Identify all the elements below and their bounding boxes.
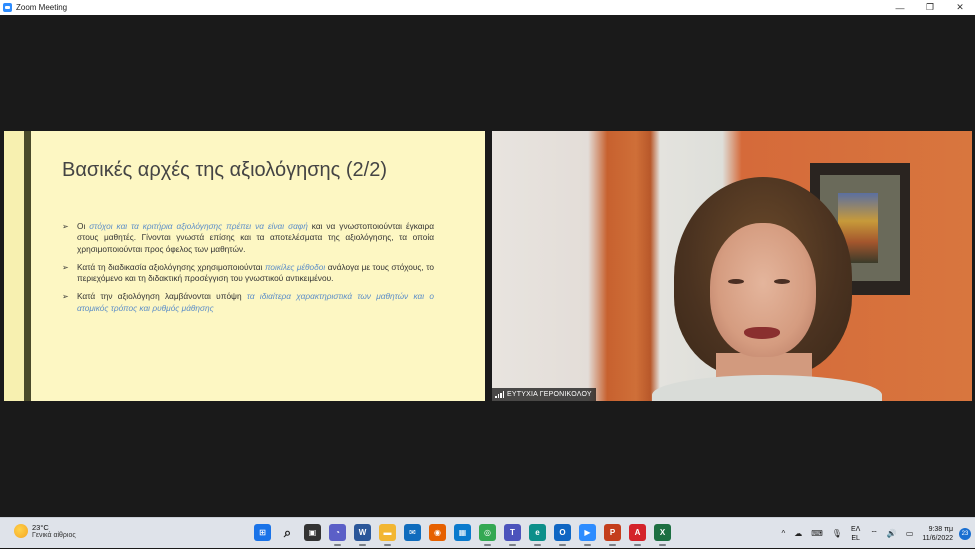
sun-icon xyxy=(14,524,28,538)
participant-eye xyxy=(728,279,744,284)
excel-icon[interactable]: X xyxy=(654,524,671,546)
zoom-app-icon xyxy=(3,3,12,12)
meeting-area: Βασικές αρχές της αξιολόγησης (2/2) ➢ Οι… xyxy=(0,15,975,517)
clock-time: 9:38 πμ xyxy=(928,525,953,533)
volume-icon[interactable]: 🔊 xyxy=(887,529,897,538)
search-icon[interactable]: ⌕ xyxy=(279,524,296,541)
participant-video[interactable]: ΕΥΤΥΧΙΑ ΓΕΡΟΝΙΚΟΛΟΥ xyxy=(492,131,972,401)
firefox-icon[interactable]: ◉ xyxy=(429,524,446,541)
signal-bars-icon xyxy=(495,391,504,398)
battery-icon[interactable]: ▭ xyxy=(906,529,914,538)
slide-title: Βασικές αρχές της αξιολόγησης (2/2) xyxy=(62,159,387,181)
mail-icon[interactable]: ✉ xyxy=(404,524,421,541)
teams-icon[interactable]: T xyxy=(504,524,521,546)
task-view-icon[interactable]: ▣ xyxy=(304,524,321,541)
taskbar-clock[interactable]: 9:38 πμ 11/6/2022 xyxy=(922,525,953,543)
participant-name-tag: ΕΥΤΥΧΙΑ ΓΕΡΟΝΙΚΟΛΟΥ xyxy=(492,388,596,401)
slide-side-bar xyxy=(4,131,24,401)
acrobat-icon[interactable]: A xyxy=(629,524,646,546)
window-controls: — ❐ ✕ xyxy=(885,0,975,15)
microphone-icon[interactable]: 🎙 xyxy=(832,529,842,538)
chrome-icon[interactable]: ◎ xyxy=(479,524,496,546)
outlook-icon[interactable]: O xyxy=(554,524,571,546)
taskbar-apps: ⊞ ⌕ ▣ ◔ W ▬ ✉ ◉ ▦ ◎ Te O ▶ P A X xyxy=(254,524,671,546)
onedrive-cloud-icon[interactable]: ☁ xyxy=(794,529,802,538)
shared-slide[interactable]: Βασικές αρχές της αξιολόγησης (2/2) ➢ Οι… xyxy=(4,131,485,401)
wifi-icon[interactable]: ⌔ xyxy=(870,529,878,539)
participant-eye xyxy=(774,279,790,284)
bullet-text: Κατά την αξιολόγηση λαμβάνονται υπόψη τα… xyxy=(77,291,434,313)
teams-chat-icon[interactable]: ◔ xyxy=(329,524,346,546)
slide-bullet: ➢ Οι στόχοι και τα κριτήρια αξιολόγησης … xyxy=(62,221,434,255)
minimize-button[interactable]: — xyxy=(885,0,915,15)
weather-temperature: 23°C xyxy=(32,523,49,532)
bullet-arrow-icon: ➢ xyxy=(62,262,69,272)
participant-mouth xyxy=(744,327,780,339)
clock-date: 11/6/2022 xyxy=(922,534,953,542)
edge-icon[interactable]: e xyxy=(529,524,546,546)
system-tray: ^ ☁ ⌨ 🎙 ΕΛ EL ⌔ 🔊 ▭ 9:38 πμ 11/6/2022 23 xyxy=(781,518,975,549)
keyboard-icon[interactable]: ⌨ xyxy=(811,529,823,538)
window-title: Zoom Meeting xyxy=(16,3,68,12)
input-language[interactable]: ΕΛ EL xyxy=(851,525,860,543)
tray-chevron-icon[interactable]: ^ xyxy=(781,529,785,538)
restore-button[interactable]: ❐ xyxy=(915,0,945,15)
bullet-text: Κατά τη διαδικασία αξιολόγησης χρησιμοπο… xyxy=(77,261,434,284)
weather-description: Γενικά αίθριος xyxy=(32,532,76,539)
language-top: ΕΛ xyxy=(850,525,861,533)
close-button[interactable]: ✕ xyxy=(945,0,975,15)
language-bottom: EL xyxy=(851,534,860,542)
weather-widget[interactable]: 23°C Γενικά αίθριος xyxy=(14,523,76,539)
notification-badge[interactable]: 23 xyxy=(959,527,971,540)
word-icon[interactable]: W xyxy=(354,524,371,546)
window-titlebar: Zoom Meeting — ❐ ✕ xyxy=(0,0,975,15)
participant-name: ΕΥΤΥΧΙΑ ΓΕΡΟΝΙΚΟΛΟΥ xyxy=(507,391,592,398)
powerpoint-icon[interactable]: P xyxy=(604,524,621,546)
store-icon[interactable]: ▦ xyxy=(454,524,471,541)
bullet-arrow-icon: ➢ xyxy=(62,292,69,302)
slide-bullet: ➢ Κατά την αξιολόγηση λαμβάνονται υπόψη … xyxy=(62,291,434,314)
windows-taskbar: 23°C Γενικά αίθριος ⊞ ⌕ ▣ ◔ W ▬ ✉ ◉ ▦ ◎ Te O ▶ P A X ^ … xyxy=(0,517,975,548)
slide-bullet: ➢ Κατά τη διαδικασία αξιολόγησης χρησιμο… xyxy=(62,262,434,285)
zoom-icon[interactable]: ▶ xyxy=(579,524,596,546)
slide-accent-bar xyxy=(24,131,31,401)
file-explorer-icon[interactable]: ▬ xyxy=(379,524,396,546)
windows-start-icon[interactable]: ⊞ xyxy=(254,524,271,541)
bullet-text: Οι στόχοι και τα κριτήρια αξιολόγησης πρ… xyxy=(77,221,435,254)
slide-bullets: ➢ Οι στόχοι και τα κριτήρια αξιολόγησης … xyxy=(62,221,434,321)
bullet-arrow-icon: ➢ xyxy=(62,222,69,231)
